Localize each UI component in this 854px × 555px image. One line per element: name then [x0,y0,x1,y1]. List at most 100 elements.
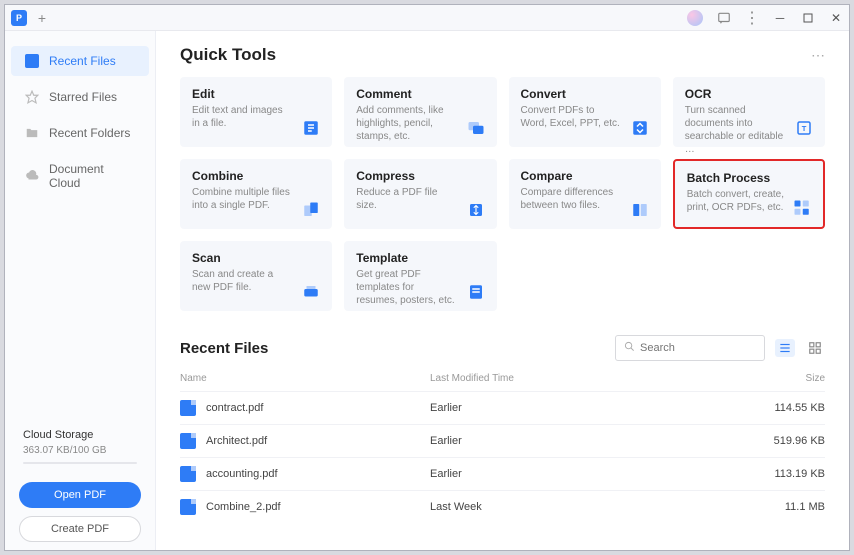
quick-tools-heading: Quick Tools [180,45,276,65]
cloud-storage-bar [23,462,137,464]
cloud-storage-title: Cloud Storage [23,429,137,441]
maximize-button[interactable] [801,11,815,25]
col-header-size: Size [745,373,825,384]
batch-process-icon [791,199,813,217]
tool-title: Compare [521,169,649,183]
file-size: 113.19 KB [745,468,825,480]
app-window: P + ⋮ ─ ✕ ■ Recent Files [4,4,850,551]
compare-icon [629,201,651,219]
table-row[interactable]: contract.pdf Earlier114.55 KB [180,391,825,424]
sidebar-item-label: Recent Files [49,54,116,68]
tool-title: Convert [521,87,649,101]
tool-desc: Edit text and images in a file. [192,104,292,130]
tool-title: Batch Process [687,171,811,185]
table-row[interactable]: accounting.pdf Earlier113.19 KB [180,457,825,490]
close-button[interactable]: ✕ [829,11,843,25]
table-row[interactable]: Combine_2.pdfLast Week11.1 MB [180,490,825,523]
tool-title: Combine [192,169,320,183]
comment-icon [465,119,487,137]
tool-title: Template [356,251,484,265]
file-name: Combine_2.pdf [206,501,281,513]
recent-files-heading: Recent Files [180,340,268,357]
quick-tools-grid: Edit Edit text and images in a file. Comme… [180,77,825,311]
tool-card-batch-process[interactable]: Batch Process Batch convert, create, prin… [673,159,825,229]
cloud-storage-usage: 363.07 KB/100 GB [23,445,137,456]
svg-text:T: T [802,124,807,133]
sidebar-item-recent-files[interactable]: ■ Recent Files [11,46,149,76]
file-size: 11.1 MB [745,501,825,513]
tool-desc: Turn scanned documents into searchable o… [685,104,785,156]
kebab-icon[interactable]: ⋮ [745,11,759,25]
file-name: Architect.pdf [206,435,267,447]
tool-title: Scan [192,251,320,265]
tool-desc: Combine multiple files into a single PDF… [192,186,292,212]
tool-card-comment[interactable]: Comment Add comments, like highlights, pe… [344,77,496,147]
tool-title: Edit [192,87,320,101]
folder-icon [25,126,39,140]
edit-icon [300,119,322,137]
tool-card-combine[interactable]: Combine Combine multiple files into a sin… [180,159,332,229]
table-row[interactable]: Architect.pdf Earlier519.96 KB [180,424,825,457]
search-box[interactable] [615,335,765,361]
pdf-icon [180,499,196,515]
file-size: 114.55 KB [745,402,825,414]
sidebar-item-document-cloud[interactable]: Document Cloud [11,154,149,198]
tool-card-compare[interactable]: Compare Compare differences between two f… [509,159,661,229]
tool-card-template[interactable]: Template Get great PDF templates for resu… [344,241,496,311]
grid-view-button[interactable] [805,339,825,357]
file-time: Earlier [430,468,745,480]
minimize-button[interactable]: ─ [773,11,787,25]
combine-icon [300,201,322,219]
sidebar: ■ Recent Files Starred Files Recent Fold… [5,31,155,550]
files-table: Name Last Modified Time Size contract.pd… [180,367,825,523]
open-pdf-button[interactable]: Open PDF [19,482,141,508]
list-view-button[interactable] [775,339,795,357]
star-icon [25,90,39,104]
tool-desc: Add comments, like highlights, pencil, s… [356,104,456,143]
titlebar: P + ⋮ ─ ✕ [5,5,849,31]
create-pdf-button[interactable]: Create PDF [19,516,141,542]
quick-tools-more[interactable]: ⋯ [811,47,825,64]
tool-title: OCR [685,87,813,101]
file-size: 519.96 KB [745,435,825,447]
pdf-icon [180,466,196,482]
file-time: Earlier [430,402,745,414]
tool-card-compress[interactable]: CompressReduce a PDF file size. [344,159,496,229]
main-content: Quick Tools ⋯ Edit Edit text and images i… [155,31,849,550]
tool-card-convert[interactable]: Convert Convert PDFs to Word, Excel, PPT,… [509,77,661,147]
scan-icon [300,283,322,301]
tool-card-scan[interactable]: Scan Scan and create a new PDF file. [180,241,332,311]
sidebar-item-label: Recent Folders [49,126,130,140]
file-time: Earlier [430,435,745,447]
tool-desc: Get great PDF templates for resumes, pos… [356,268,456,307]
globe-icon[interactable] [687,10,703,26]
search-input[interactable] [640,342,756,354]
template-icon [465,283,487,301]
search-icon [624,339,635,357]
cloud-storage-panel: Cloud Storage 363.07 KB/100 GB [5,419,155,474]
tool-title: Comment [356,87,484,101]
sidebar-item-recent-folders[interactable]: Recent Folders [11,118,149,148]
col-header-time: Last Modified Time [430,373,745,384]
pdf-icon [180,433,196,449]
file-name: contract.pdf [206,402,263,414]
tool-desc: Batch convert, create, print, OCR PDFs, … [687,188,787,214]
tool-desc: Scan and create a new PDF file. [192,268,292,294]
col-header-name: Name [180,373,430,384]
tool-card-ocr[interactable]: OCRTurn scanned documents into searchabl… [673,77,825,147]
tool-desc: Convert PDFs to Word, Excel, PPT, etc. [521,104,621,130]
sidebar-item-label: Document Cloud [49,162,135,190]
file-icon: ■ [25,54,39,68]
new-tab-button[interactable]: + [35,11,49,25]
convert-icon [629,119,651,137]
compress-icon [465,201,487,219]
tool-desc: Reduce a PDF file size. [356,186,456,212]
message-icon[interactable] [717,11,731,25]
sidebar-item-label: Starred Files [49,90,117,104]
file-name: accounting.pdf [206,468,278,480]
sidebar-item-starred-files[interactable]: Starred Files [11,82,149,112]
tool-card-edit[interactable]: Edit Edit text and images in a file. [180,77,332,147]
app-logo: P [11,10,27,26]
tool-desc: Compare differences between two files. [521,186,621,212]
pdf-icon [180,400,196,416]
